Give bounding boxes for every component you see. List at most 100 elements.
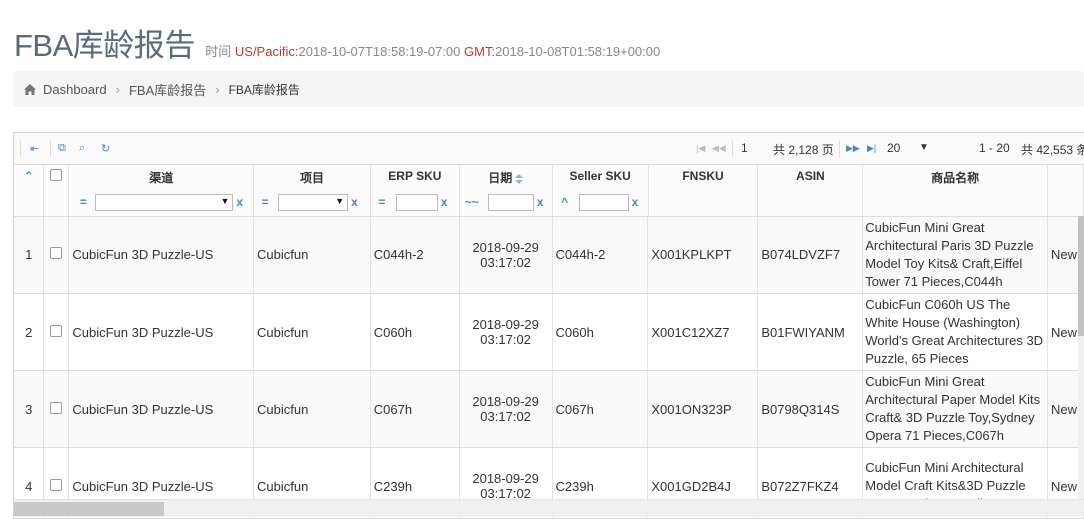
cell-fnsku: X001C12XZ7: [647, 293, 759, 371]
dropdown-icon: ▼: [220, 195, 230, 206]
time-pacific: 2018-10-07T18:58:19-07:00: [298, 44, 461, 59]
horizontal-scrollbar[interactable]: [14, 499, 1084, 517]
clear-filter-button[interactable]: x: [632, 195, 639, 209]
breadcrumb-separator-icon: ›: [115, 81, 120, 97]
clear-filter-button[interactable]: x: [441, 195, 448, 209]
sort-icon[interactable]: [515, 173, 524, 184]
cell-seller-sku: C060h: [552, 293, 649, 371]
cell-product-name: CubicFun C060h US The White House (Washi…: [862, 293, 1048, 371]
column-header-condition[interactable]: [1047, 165, 1084, 217]
prev-page-icon[interactable]: ◀◀: [712, 143, 726, 154]
select-all-header[interactable]: [43, 165, 70, 217]
home-icon: [24, 83, 36, 95]
seller-sku-filter-input[interactable]: [578, 193, 629, 211]
column-header-project[interactable]: 项目 = ▼ x: [253, 165, 371, 217]
report-timestamp: 时间 US/Pacific:2018-10-07T18:58:19-07:00 …: [205, 44, 660, 59]
timezone-gmt-label: GMT:: [464, 44, 496, 59]
cell-project: Cubicfun: [253, 370, 371, 448]
date-filter-input[interactable]: [487, 193, 534, 211]
clear-filter-button[interactable]: x: [236, 195, 243, 209]
row-checkbox[interactable]: [50, 478, 63, 491]
filter-operator[interactable]: =: [257, 195, 273, 209]
time-label: 时间: [205, 44, 232, 59]
column-header-fnsku[interactable]: FNSKU: [648, 165, 759, 217]
column-title: ERP SKU: [388, 169, 442, 183]
cell-date-day: 2018-09-29: [472, 471, 539, 486]
total-pages: 共 2,128 页: [773, 143, 834, 157]
cell-date-time: 03:17:02: [480, 409, 531, 424]
cell-fnsku: X001KPLKPT: [647, 216, 759, 294]
select-all-checkbox[interactable]: [50, 169, 63, 181]
cell-date-day: 2018-09-29: [472, 317, 539, 332]
table-row[interactable]: 1 CubicFun 3D Puzzle-US Cubicfun C044h-2…: [14, 216, 1084, 294]
cell-erp-sku: C067h: [370, 370, 460, 448]
page-size-dropdown-icon[interactable]: ▼: [919, 142, 929, 153]
channel-filter-select[interactable]: ▼: [95, 193, 234, 211]
page-size-select[interactable]: 20: [887, 141, 900, 155]
cell-seller-sku: C067h: [552, 370, 649, 448]
column-title: 商品名称: [931, 171, 980, 185]
grid-body: 1 CubicFun 3D Puzzle-US Cubicfun C044h-2…: [14, 216, 1084, 518]
column-header-erp-sku[interactable]: ERP SKU = x: [370, 165, 460, 217]
row-checkbox[interactable]: [50, 401, 63, 414]
table-row[interactable]: 3 CubicFun 3D Puzzle-US Cubicfun C067h 2…: [14, 370, 1084, 448]
column-title: 渠道: [149, 171, 174, 185]
row-number: 3: [14, 370, 45, 448]
row-checkbox[interactable]: [50, 324, 63, 337]
cell-channel: CubicFun 3D Puzzle-US: [68, 216, 254, 294]
breadcrumb-section-link[interactable]: FBA库龄报告: [129, 80, 206, 99]
project-filter-select[interactable]: ▼: [278, 193, 349, 211]
clear-filter-button[interactable]: x: [537, 195, 544, 209]
cell-date: 2018-09-29 03:17:02: [459, 293, 553, 371]
column-header-date[interactable]: 日期 ~~ x: [459, 165, 553, 217]
toolbar-divider: [20, 141, 21, 157]
copy-icon[interactable]: ⧉: [58, 142, 66, 155]
erp-sku-filter-input[interactable]: [395, 193, 438, 211]
column-title: Seller SKU: [569, 169, 631, 183]
toolbar-divider: [732, 141, 733, 157]
filter-operator[interactable]: =: [374, 195, 390, 209]
search-icon[interactable]: ⌕: [79, 142, 85, 155]
column-title: ASIN: [796, 169, 825, 183]
breadcrumb-separator-icon: ›: [215, 81, 220, 97]
cell-date-time: 03:17:02: [480, 332, 531, 347]
row-number-header[interactable]: ⌃: [14, 165, 45, 217]
cell-channel: CubicFun 3D Puzzle-US: [68, 370, 254, 448]
current-page-input[interactable]: 1: [741, 141, 748, 155]
clear-filter-button[interactable]: x: [351, 195, 358, 209]
timezone-pacific-label: US/Pacific:: [234, 44, 299, 59]
page-title: FBA库龄报告: [14, 28, 195, 63]
cell-date: 2018-09-29 03:17:02: [459, 216, 553, 294]
vertical-scroll-thumb[interactable]: [1078, 216, 1084, 336]
column-header-asin[interactable]: ASIN: [757, 165, 864, 217]
record-range: 1 - 20: [979, 141, 1010, 155]
filter-operator[interactable]: ~~: [464, 195, 480, 209]
table-row[interactable]: 2 CubicFun 3D Puzzle-US Cubicfun C060h 2…: [14, 293, 1084, 371]
cell-project: Cubicfun: [253, 216, 371, 294]
cell-erp-sku: C060h: [370, 293, 460, 371]
first-page-icon[interactable]: |◀: [696, 143, 705, 154]
row-checkbox[interactable]: [50, 247, 63, 260]
column-header-seller-sku[interactable]: Seller SKU ^ x: [552, 165, 649, 217]
filter-operator[interactable]: =: [75, 195, 91, 209]
last-page-icon[interactable]: ▶|: [867, 143, 876, 154]
breadcrumb-dashboard-link[interactable]: Dashboard: [43, 82, 107, 97]
column-header-channel[interactable]: 渠道 = ▼ x: [68, 165, 255, 217]
dropdown-icon: ▼: [335, 195, 345, 206]
cell-asin: B074LDVZF7: [757, 216, 864, 294]
cell-project: Cubicfun: [253, 293, 371, 371]
next-page-icon[interactable]: ▶▶: [846, 143, 860, 154]
vertical-scrollbar[interactable]: [1078, 216, 1084, 499]
cell-asin: B01FWIYANM: [757, 293, 864, 371]
column-chooser-icon[interactable]: ⇤: [30, 142, 39, 155]
horizontal-scroll-thumb[interactable]: [14, 502, 164, 516]
total-records: 共 42,553 条: [1021, 143, 1084, 157]
filter-operator[interactable]: ^: [557, 195, 573, 209]
collapse-icon[interactable]: ⌃: [14, 165, 43, 187]
cell-product-name: CubicFun Mini Great Architectural Paris …: [862, 216, 1048, 294]
toolbar-divider: [50, 141, 51, 157]
column-header-product-name[interactable]: 商品名称: [862, 165, 1048, 217]
column-title: 项目: [300, 171, 325, 185]
refresh-icon[interactable]: ↻: [101, 142, 110, 155]
cell-date-day: 2018-09-29: [472, 239, 539, 255]
